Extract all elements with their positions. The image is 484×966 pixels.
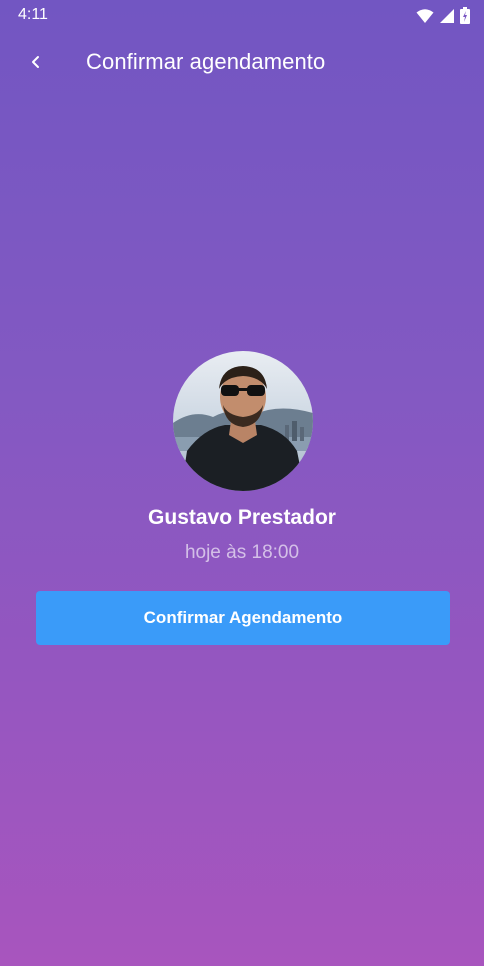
battery-icon: [460, 7, 470, 24]
status-icons: [416, 7, 470, 24]
provider-avatar: [173, 351, 313, 491]
appointment-time: hoje às 18:00: [184, 542, 300, 563]
signal-icon: [440, 8, 454, 23]
back-button[interactable]: [16, 44, 56, 84]
app-toolbar: Confirmar agendamento: [0, 32, 484, 96]
wifi-icon: [416, 8, 434, 24]
confirm-appointment-screen: 4:11 Confirmar agendamento Gustavo Prest…: [0, 0, 484, 966]
page-title: Confirmar agendamento: [86, 49, 326, 74]
status-time: 4:11: [18, 6, 48, 23]
provider-name: Gustavo Prestador: [148, 506, 336, 529]
status-bar: 4:11: [0, 0, 484, 32]
confirm-appointment-button[interactable]: Confirmar Agendamento: [36, 591, 450, 645]
chevron-left-icon: [30, 55, 42, 74]
